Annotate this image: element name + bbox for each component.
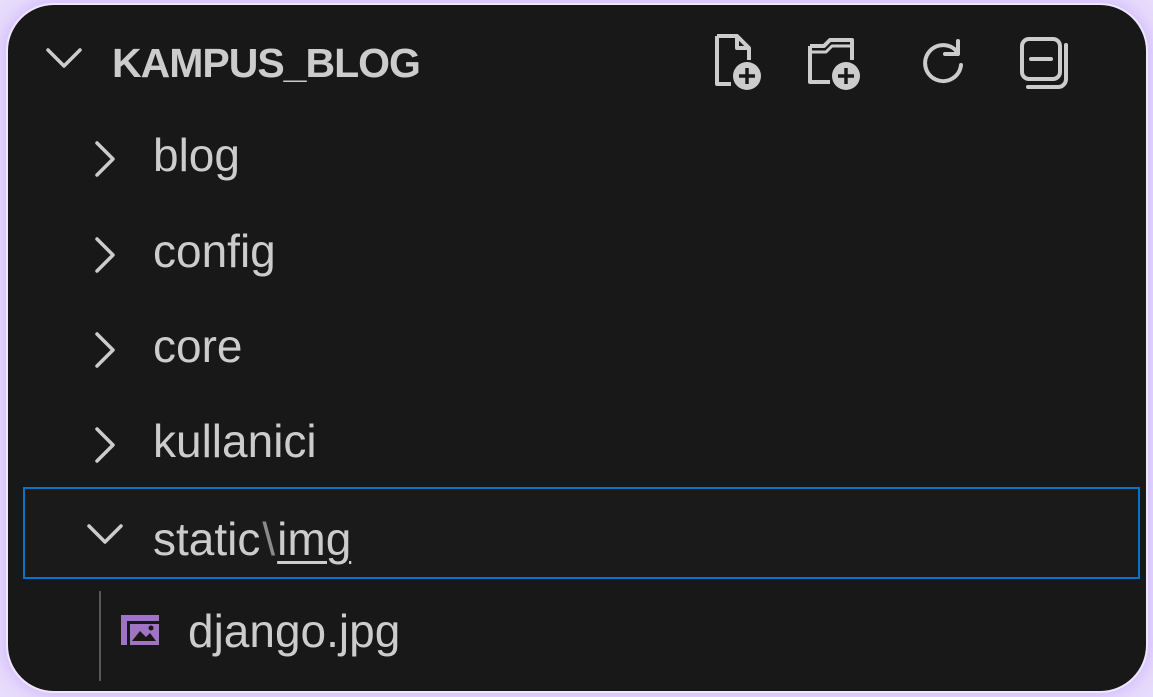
tree-file-django-jpg[interactable]: django.jpg (8, 585, 1146, 677)
folder-label: static\img (153, 511, 351, 567)
folder-segment-img[interactable]: img (277, 513, 351, 565)
path-separator: \ (262, 513, 276, 565)
new-file-button[interactable] (700, 27, 770, 97)
folder-label: core (153, 320, 243, 372)
tree-folder-kullanici[interactable]: kullanici (8, 397, 1146, 489)
new-folder-button[interactable] (800, 27, 870, 97)
explorer-header[interactable]: KAMPUS_BLOG (8, 5, 1146, 110)
chevron-right-icon (95, 141, 115, 177)
tree-folder-core[interactable]: core (8, 302, 1146, 394)
chevron-down-icon[interactable] (44, 45, 84, 71)
tree-folder-config[interactable]: config (8, 207, 1146, 299)
chevron-down-icon (87, 524, 123, 544)
new-file-icon (715, 34, 761, 90)
folder-label: config (153, 225, 276, 277)
collapse-all-icon (1020, 37, 1068, 89)
image-file-icon (121, 615, 159, 645)
folder-label: kullanici (153, 415, 317, 467)
refresh-button[interactable] (908, 27, 978, 97)
tree-folder-blog[interactable]: blog (8, 111, 1146, 203)
file-label: django.jpg (188, 605, 401, 657)
chevron-right-icon (95, 237, 115, 273)
explorer-panel: KAMPUS_BLOG blog config core kullanici s… (8, 5, 1146, 691)
chevron-right-icon (95, 332, 115, 368)
refresh-icon (923, 39, 963, 84)
tree-folder-static-img[interactable]: static\img (23, 487, 1140, 579)
chevron-right-icon (95, 427, 115, 463)
collapse-all-button[interactable] (1010, 27, 1080, 97)
folder-segment-static[interactable]: static (153, 513, 260, 565)
new-folder-icon (808, 38, 860, 90)
folder-label: blog (153, 129, 240, 181)
workspace-title: KAMPUS_BLOG (112, 40, 421, 86)
